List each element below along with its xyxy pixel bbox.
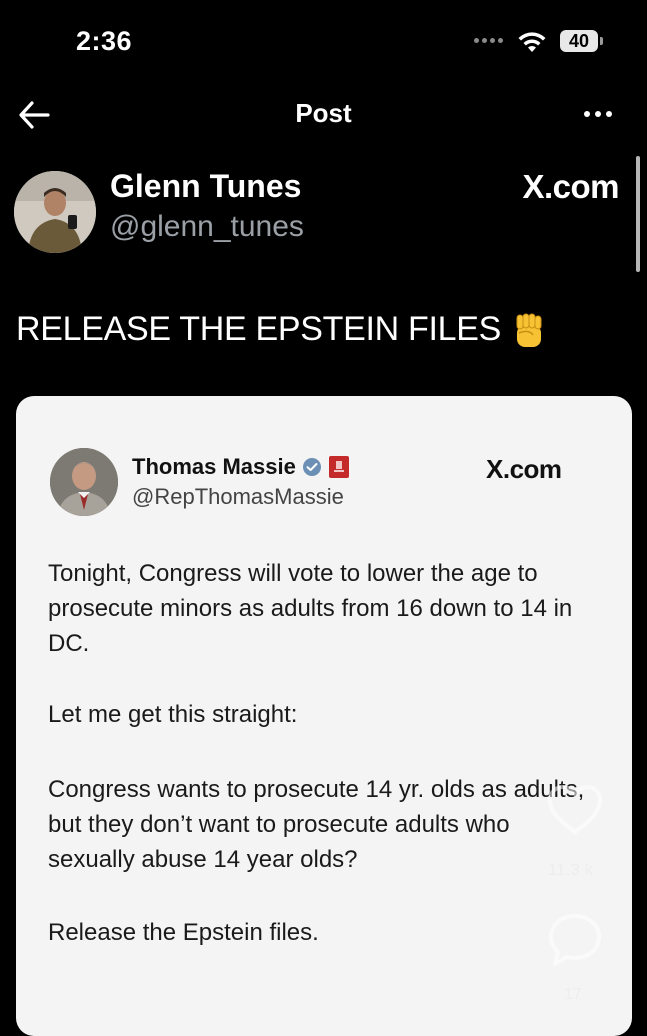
raised-fist-emoji-icon [516,313,542,347]
embedded-paragraph: Let me get this straight: [48,701,298,728]
embedded-post-card[interactable]: Thomas Massie @RepThomasMassie X.com Ton… [16,396,632,1036]
page-title: Post [295,98,352,128]
more-options-icon[interactable] [584,111,612,117]
embedded-paragraph: Congress wants to prosecute 14 yr. olds … [48,776,585,873]
heart-icon[interactable] [546,784,604,836]
avatar[interactable] [14,171,96,253]
embedded-paragraph: Tonight, Congress will vote to lower the… [48,560,573,657]
post-text: RELEASE THE EPSTEIN FILES [16,310,547,349]
author-handle[interactable]: @glenn_tunes [110,210,304,244]
embedded-author-handle: @RepThomasMassie [132,484,344,509]
embedded-paragraph: Release the Epstein files. [48,919,319,946]
post-text-content: RELEASE THE EPSTEIN FILES [16,310,502,348]
status-time: 2:36 [76,26,133,56]
author-name[interactable]: Glenn Tunes [110,168,301,205]
battery-tip [600,37,603,45]
embedded-author-name: Thomas Massie [132,454,296,479]
government-badge-icon [328,456,349,478]
cellular-signal-icon [474,38,503,43]
like-count: 11.3 k [548,860,594,879]
comment-count: 17 [564,986,582,1003]
comment-icon[interactable] [546,912,604,968]
battery-indicator: 40 [560,30,598,52]
embedded-source-label: X.com [486,454,562,484]
scrollbar[interactable] [636,156,640,272]
embedded-avatar [50,448,118,516]
source-label: X.com [522,168,619,205]
verified-badge-icon [302,458,321,476]
status-bar: 2:36 40 [0,0,647,84]
embedded-author-name-row: Thomas Massie [132,454,350,480]
wifi-icon [518,32,546,52]
